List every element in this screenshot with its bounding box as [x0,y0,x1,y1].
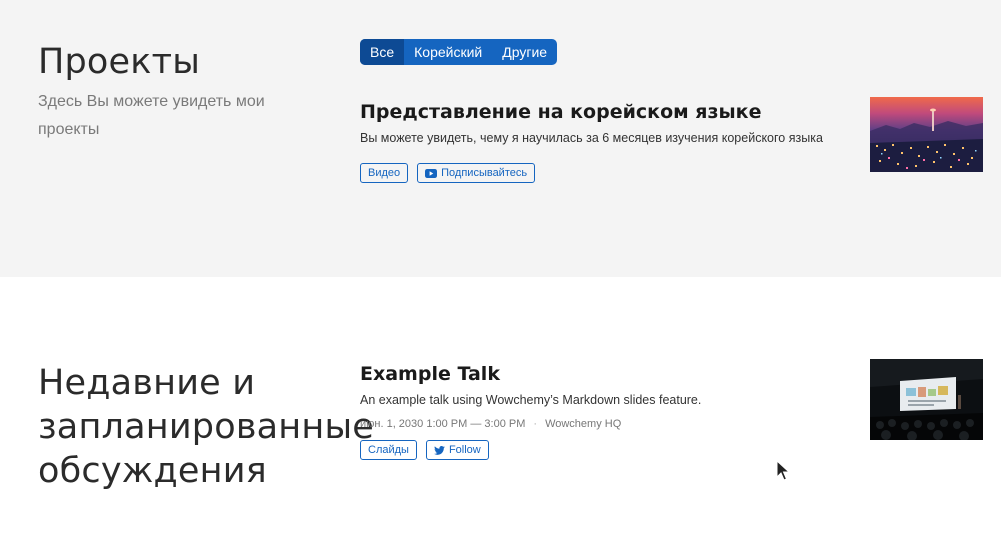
slides-button-label: Слайды [368,444,409,456]
mouse-cursor-icon [776,459,791,487]
project-button-row: Видео Подписывайтесь [360,163,860,183]
project-summary: Вы можете увидеть, чему я научилась за 6… [360,131,823,145]
project-filter-group: Все Корейский Другие [360,39,558,65]
talk-button-row: Слайды Follow [360,440,860,460]
slides-button[interactable]: Слайды [360,440,417,460]
subscribe-button-label: Подписывайтесь [441,167,528,179]
talk-date: июн. 1, 2030 1:00 PM — 3:00 PM [360,418,526,430]
follow-button[interactable]: Follow [425,440,489,460]
projects-section: Проекты Здесь Вы можете увидеть мои прое… [0,0,1001,277]
projects-subtitle: Здесь Вы можете увидеть мои проекты [38,93,265,138]
talks-section: Недавние и запланированные обсуждения Ex… [0,277,1001,558]
talks-title: Недавние и запланированные обсуждения [38,363,375,491]
subscribe-button[interactable]: Подписывайтесь [417,163,536,183]
youtube-icon [425,168,438,178]
video-button-label: Видео [368,167,401,179]
filter-other-button[interactable]: Другие [492,39,557,65]
meta-separator: · [533,418,538,430]
talk-title[interactable]: Example Talk [360,362,860,386]
video-button[interactable]: Видео [360,163,409,183]
talk-location: Wowchemy HQ [545,418,622,430]
conference-stage-image[interactable] [870,359,983,440]
follow-button-label: Follow [448,444,481,456]
project-title[interactable]: Представление на корейском языке [360,100,860,124]
project-item: Представление на корейском языке Вы може… [360,100,860,183]
talk-item: Example Talk An example talk using Wowch… [360,362,860,460]
filter-all-button[interactable]: Все [360,39,405,65]
talk-meta: июн. 1, 2030 1:00 PM — 3:00 PM · Wowchemy … [360,418,860,430]
twitter-icon [434,445,445,455]
city-night-image[interactable] [870,97,983,172]
projects-title: Проекты [38,42,201,82]
talk-summary: An example talk using Wowchemy’s Markdow… [360,393,702,407]
filter-korean-button[interactable]: Корейский [404,39,492,65]
